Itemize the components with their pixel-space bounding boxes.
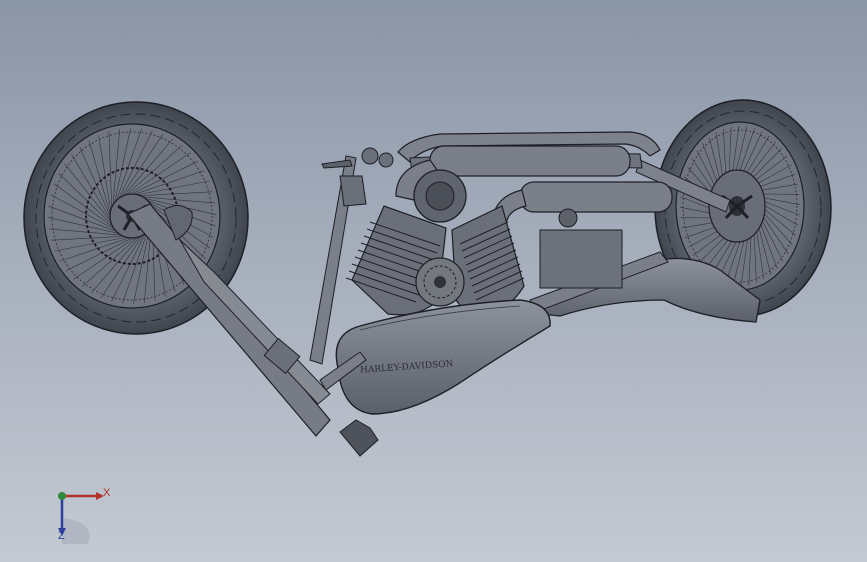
fuel-tank: HARLEY-DAVIDSON [335, 299, 551, 415]
cad-graphics-viewport[interactable]: HARLEY-DAVIDSON X Z [0, 0, 867, 562]
y-axis-dot [58, 492, 66, 500]
v-twin-engine [345, 169, 525, 319]
x-axis-label: X [103, 487, 111, 499]
motorcycle-model[interactable]: HARLEY-DAVIDSON [0, 0, 867, 562]
z-axis-label: Z [58, 530, 65, 542]
